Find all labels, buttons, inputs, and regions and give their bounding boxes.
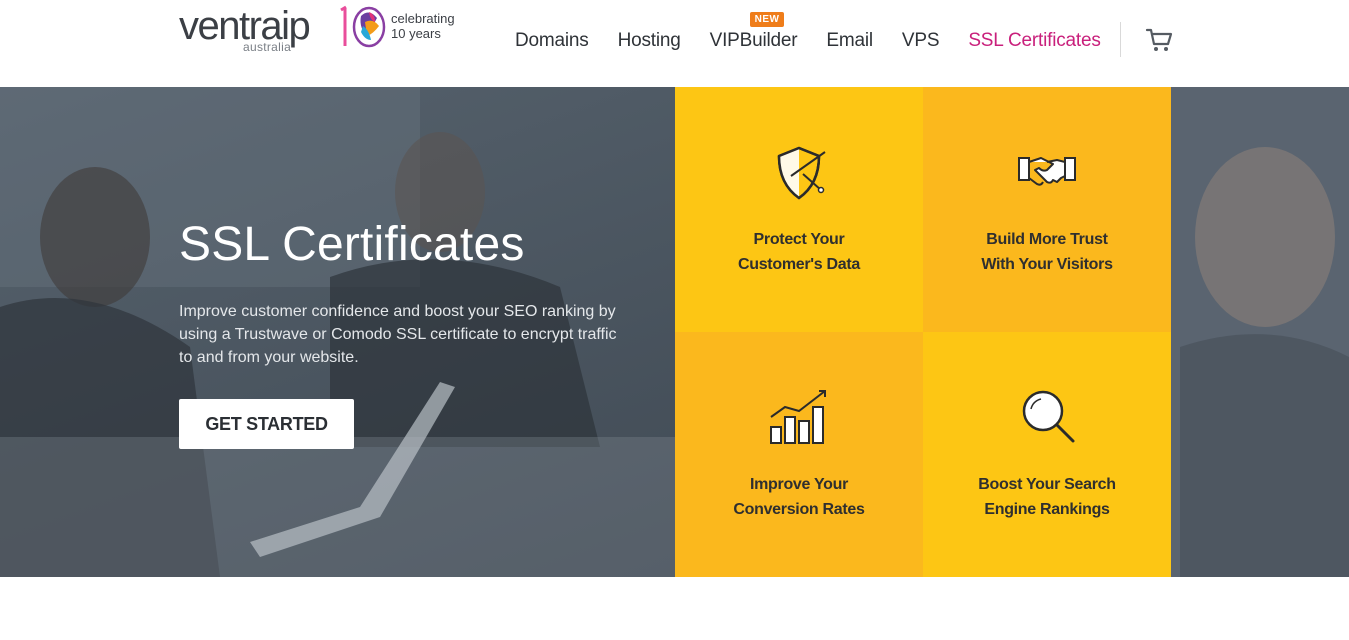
logo-subtitle: australia [243,40,292,54]
feature-line-2: Engine Rankings [984,501,1110,518]
cart-icon[interactable] [1145,27,1173,53]
magnifier-icon [1022,390,1075,443]
nav-divider [1120,22,1121,57]
nav-ssl-certificates[interactable]: SSL Certificates [968,30,1101,58]
new-badge: NEW [749,12,785,27]
hero-section: SSL Certificates Improve customer confid… [0,87,1349,577]
feature-build-trust: Build More Trust With Your Visitors [923,87,1171,332]
nav-email[interactable]: Email [826,30,873,58]
ventraip-logo[interactable]: ventraip australia celebrating 10 years [179,4,469,54]
nav-vipbuilder[interactable]: VIPBuilder NEW [709,12,798,58]
feature-line-2: Customer's Data [737,256,860,273]
shield-icon [777,146,826,200]
celebrating-line: celebrating [391,11,455,26]
feature-label: Build More Trust With Your Visitors [923,227,1171,277]
years-line: 10 years [391,26,441,41]
feature-conversion: Improve Your Conversion Rates [675,332,923,577]
feature-label: Boost Your Search Engine Rankings [923,472,1171,522]
feature-line-1: Build More Trust [986,231,1108,248]
feature-label: Improve Your Conversion Rates [675,472,923,522]
handshake-icon [1018,157,1076,186]
nav-vps[interactable]: VPS [902,30,940,58]
feature-line-1: Improve Your [749,476,849,493]
hero-description: Improve customer confidence and boost yo… [179,303,617,366]
feature-line-1: Boost Your Search [978,476,1116,493]
main-nav: Domains Hosting VIPBuilder NEW Email VPS … [515,12,1130,58]
feature-seo: Boost Your Search Engine Rankings [923,332,1171,577]
ten-years-emblem-icon [340,5,386,48]
feature-label: Protect Your Customer's Data [675,227,923,277]
get-started-button[interactable]: GET STARTED [179,399,354,449]
nav-domains[interactable]: Domains [515,30,589,58]
site-header: ventraip australia celebrating 10 years … [0,0,1349,87]
feature-line-1: Protect Your [753,231,845,248]
growth-chart-icon [770,390,826,444]
nav-vipbuilder-label: VIPBuilder [709,30,798,51]
logo-celebrating-text: celebrating 10 years [391,11,455,41]
hero-title: SSL Certificates [179,218,525,271]
feature-protect-data: Protect Your Customer's Data [675,87,923,332]
feature-line-2: Conversion Rates [733,501,865,518]
nav-hosting[interactable]: Hosting [618,30,681,58]
feature-line-2: With Your Visitors [981,256,1113,273]
features-grid: Protect Your Customer's Data Build More … [675,87,1171,577]
